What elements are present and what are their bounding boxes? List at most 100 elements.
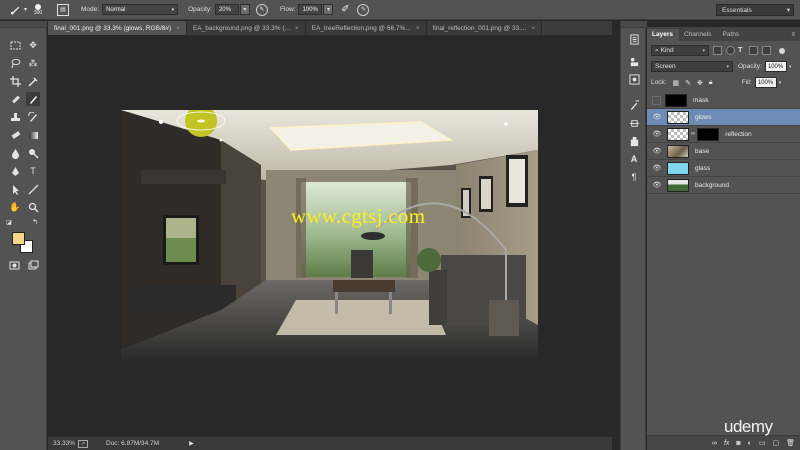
brush-panel-icon[interactable] xyxy=(628,117,640,129)
foreground-color-swatch[interactable] xyxy=(12,232,25,245)
lock-all-icon[interactable]: 🔒︎ xyxy=(709,79,713,87)
new-layer-icon[interactable]: ▢ xyxy=(772,439,779,447)
layer-row-glass[interactable]: 👁︎ glass xyxy=(647,160,800,177)
panel-grip[interactable] xyxy=(621,21,647,28)
layer-style-icon[interactable]: fx xyxy=(724,440,729,447)
pixel-filter-icon[interactable] xyxy=(713,46,722,55)
gradient-tool-icon[interactable] xyxy=(26,128,40,142)
blend-mode-select[interactable]: Screen ▾ xyxy=(651,61,733,72)
quick-mask-icon[interactable] xyxy=(7,258,21,272)
close-icon[interactable]: × xyxy=(295,25,299,32)
chevron-down-icon[interactable]: ▾ xyxy=(779,80,782,86)
zoom-tool-icon[interactable] xyxy=(26,200,40,214)
type-tool-icon[interactable]: T xyxy=(26,164,40,178)
tab-final-001[interactable]: final_001.png @ 33.3% (glows, RGB/8#) × xyxy=(48,21,187,35)
link-layers-icon[interactable]: ∞ xyxy=(712,440,717,447)
panel-grip[interactable] xyxy=(0,21,47,28)
eyedropper-tool-icon[interactable] xyxy=(26,74,40,88)
layer-row-mask[interactable]: mask xyxy=(647,92,800,109)
brush-presets-icon[interactable] xyxy=(628,99,640,111)
layer-filter-select[interactable]: ⌕ Kind ▾ xyxy=(651,45,709,56)
healing-brush-tool-icon[interactable] xyxy=(8,92,22,106)
document-canvas[interactable]: www.cgtsj.com xyxy=(121,110,538,360)
move-tool-icon[interactable]: ✥ xyxy=(26,38,40,52)
info-panel-icon[interactable] xyxy=(628,73,640,85)
lock-pixels-icon[interactable]: ✎ xyxy=(685,79,691,87)
flow-slider-button[interactable]: ▾ xyxy=(323,4,334,15)
layer-row-glows[interactable]: 👁︎ glows xyxy=(647,109,800,126)
add-mask-icon[interactable]: ◙ xyxy=(736,440,740,447)
swap-colors-icon[interactable]: ↰ xyxy=(30,217,40,227)
smart-object-filter-icon[interactable] xyxy=(762,46,772,55)
flow-input[interactable]: 100% xyxy=(298,4,323,15)
visibility-toggle[interactable] xyxy=(652,95,661,105)
eye-icon[interactable]: 👁︎ xyxy=(651,146,663,156)
brush-tool-preset-icon[interactable] xyxy=(8,4,22,15)
layer-row-background[interactable]: 👁︎ background xyxy=(647,177,800,194)
properties-panel-icon[interactable] xyxy=(628,55,640,67)
opacity-input[interactable]: 20% xyxy=(214,4,239,15)
adjustment-filter-icon[interactable] xyxy=(726,46,735,55)
close-icon[interactable]: × xyxy=(416,25,420,32)
close-icon[interactable]: × xyxy=(531,25,535,32)
path-selection-tool-icon[interactable] xyxy=(8,182,22,196)
status-menu-button[interactable]: ▶ xyxy=(189,440,194,447)
eye-icon[interactable]: 👁︎ xyxy=(651,129,663,139)
default-colors-icon[interactable]: ◪ xyxy=(4,217,14,227)
panel-menu-icon[interactable]: ≡ xyxy=(791,32,795,38)
marquee-tool-icon[interactable] xyxy=(8,38,22,52)
clone-source-icon[interactable] xyxy=(628,135,640,147)
magic-wand-tool-icon[interactable]: ⁂ xyxy=(26,56,40,70)
adjustment-layer-icon[interactable]: ◐ xyxy=(748,440,752,447)
tab-ea-tree-reflection[interactable]: EA_treeReflection.png @ 66.7%... × xyxy=(305,21,427,35)
brush-size-picker[interactable]: 300 xyxy=(29,2,47,18)
tab-final-reflection[interactable]: final_reflection_001.png @ 33.... × xyxy=(426,21,543,35)
tab-channels[interactable]: Channels xyxy=(679,29,717,41)
tab-ea-background[interactable]: EA_background.png @ 33.3% (... × xyxy=(186,21,306,35)
tool-preset-dropdown-icon[interactable]: ▾ xyxy=(24,6,27,13)
shape-filter-icon[interactable] xyxy=(749,46,759,55)
lasso-tool-icon[interactable] xyxy=(8,56,22,70)
canvas-area[interactable]: www.cgtsj.com xyxy=(48,35,612,436)
link-icon[interactable]: ∞ xyxy=(691,131,695,137)
close-icon[interactable]: × xyxy=(176,25,180,32)
brush-tool-icon[interactable] xyxy=(26,92,40,106)
paragraph-panel-icon[interactable]: ¶ xyxy=(628,171,640,183)
blur-tool-icon[interactable] xyxy=(8,146,22,160)
airbrush-icon[interactable]: ✐ xyxy=(339,4,351,15)
line-tool-icon[interactable] xyxy=(26,182,40,196)
new-group-icon[interactable]: ▭ xyxy=(759,439,766,447)
layer-row-base[interactable]: 👁︎ base xyxy=(647,143,800,160)
mode-select[interactable]: Normal ▾ xyxy=(102,4,179,15)
eye-icon[interactable]: 👁︎ xyxy=(651,163,663,173)
opacity-slider-button[interactable]: ▾ xyxy=(239,4,250,15)
layer-row-reflection[interactable]: 👁︎ ∞ reflection xyxy=(647,126,800,143)
lock-position-icon[interactable]: ✥ xyxy=(697,79,703,87)
eye-icon[interactable]: 👁︎ xyxy=(651,180,663,190)
history-panel-icon[interactable] xyxy=(628,33,640,45)
type-filter-icon[interactable]: T xyxy=(738,47,742,54)
screen-mode-icon[interactable] xyxy=(26,258,40,272)
eraser-tool-icon[interactable] xyxy=(8,128,22,142)
layer-mask-thumbnail[interactable] xyxy=(697,127,720,141)
pressure-opacity-icon[interactable]: ✎ xyxy=(255,3,268,16)
fill-input[interactable]: 100% xyxy=(754,77,777,88)
delete-layer-icon[interactable]: 🗑︎ xyxy=(786,439,795,447)
brush-panel-toggle-icon[interactable]: ▤ xyxy=(57,3,70,16)
crop-tool-icon[interactable] xyxy=(8,74,22,88)
tab-paths[interactable]: Paths xyxy=(717,29,745,41)
zoom-level[interactable]: 33.33% xyxy=(53,440,75,447)
lock-transparency-icon[interactable]: ▦ xyxy=(673,79,680,87)
dodge-tool-icon[interactable] xyxy=(26,146,40,160)
workspace-switcher[interactable]: Essentials ▾ xyxy=(716,4,794,16)
pressure-size-icon[interactable]: ✎ xyxy=(357,3,370,16)
tab-layers[interactable]: Layers xyxy=(647,29,679,41)
share-icon[interactable]: ↗ xyxy=(78,439,88,448)
hand-tool-icon[interactable]: ✋ xyxy=(8,200,22,214)
character-panel-icon[interactable]: A xyxy=(628,153,640,165)
layer-opacity-input[interactable]: 100% xyxy=(764,61,787,72)
filter-toggle-icon[interactable] xyxy=(779,47,786,54)
pen-tool-icon[interactable] xyxy=(8,164,22,178)
eye-icon[interactable]: 👁︎ xyxy=(651,112,663,122)
chevron-down-icon[interactable]: ▾ xyxy=(789,64,792,70)
